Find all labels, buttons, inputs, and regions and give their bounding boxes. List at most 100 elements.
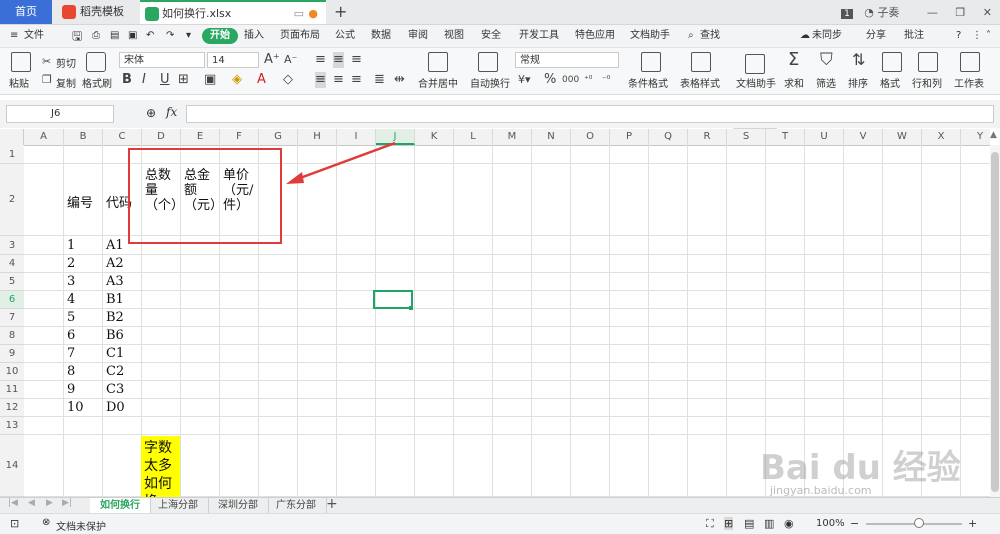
cell-code[interactable]: B1 bbox=[106, 292, 124, 307]
menu-formula[interactable]: 公式 bbox=[335, 28, 355, 44]
undo-icon[interactable]: ↶ bbox=[146, 28, 154, 44]
print-icon[interactable]: ⎙ bbox=[92, 28, 100, 44]
cell-code[interactable]: D0 bbox=[106, 400, 125, 415]
filter-button[interactable]: 筛选 bbox=[816, 75, 836, 90]
menu-review[interactable]: 审阅 bbox=[408, 28, 428, 44]
redo-icon[interactable]: ↷ bbox=[166, 28, 174, 44]
row-header-10[interactable]: 10 bbox=[0, 363, 24, 381]
sum-icon[interactable]: Σ bbox=[788, 51, 799, 69]
first-sheet-icon[interactable]: |◀ bbox=[8, 498, 18, 508]
prev-sheet-icon[interactable]: ◀ bbox=[28, 498, 35, 508]
tab-template[interactable]: 稻壳模板 bbox=[54, 0, 136, 24]
normal-view-icon[interactable]: ⊞ bbox=[724, 517, 734, 530]
font-color-icon[interactable]: A bbox=[257, 72, 266, 88]
cell-number[interactable]: 10 bbox=[67, 400, 84, 415]
number-format-select[interactable]: 常规 bbox=[515, 52, 619, 68]
add-sheet-icon[interactable]: + bbox=[326, 496, 338, 512]
paste-icon[interactable] bbox=[11, 52, 31, 72]
cell-number[interactable]: 7 bbox=[67, 346, 75, 361]
column-header-m[interactable]: M bbox=[493, 129, 532, 145]
cell-code[interactable]: B2 bbox=[106, 310, 124, 325]
column-header-w[interactable]: W bbox=[883, 129, 922, 145]
row-header-7[interactable]: 7 bbox=[0, 309, 24, 327]
tab-file[interactable]: 如何换行.xlsx ▭ ● bbox=[140, 0, 326, 24]
next-sheet-icon[interactable]: ▶ bbox=[46, 498, 53, 508]
format-button[interactable]: 格式 bbox=[880, 75, 900, 90]
column-header-s[interactable]: S bbox=[727, 129, 766, 145]
menu-insert[interactable]: 插入 bbox=[244, 28, 264, 44]
fullscreen-icon[interactable]: ⛶ bbox=[706, 517, 714, 531]
help-icon[interactable]: ? bbox=[956, 28, 961, 44]
copy-icon[interactable]: ❐ bbox=[42, 72, 52, 88]
cell-style-icon[interactable]: ▣ bbox=[204, 72, 216, 88]
format-painter-button[interactable]: 格式刷 bbox=[82, 75, 112, 90]
currency-icon[interactable]: ¥▾ bbox=[518, 72, 531, 88]
cell-number[interactable]: 8 bbox=[67, 364, 75, 379]
sheet-tab[interactable]: 广东分部 bbox=[266, 498, 327, 514]
sort-button[interactable]: 排序 bbox=[848, 75, 868, 90]
cell-d14-highlight[interactable]: 字数太多如何换 bbox=[141, 436, 180, 497]
justify-icon[interactable]: ≣ bbox=[374, 72, 385, 88]
column-header-v[interactable]: V bbox=[844, 129, 883, 145]
column-header-o[interactable]: O bbox=[571, 129, 610, 145]
format-painter-icon[interactable] bbox=[86, 52, 106, 72]
align-center-icon[interactable]: ≡ bbox=[333, 72, 344, 88]
rows-cols-icon[interactable] bbox=[918, 52, 938, 72]
save-icon[interactable]: 🖫 bbox=[72, 28, 82, 44]
column-header-t[interactable]: T bbox=[766, 129, 805, 145]
row-header-11[interactable]: 11 bbox=[0, 381, 24, 399]
worksheet-icon[interactable] bbox=[960, 52, 980, 72]
eye-protect-icon[interactable]: ◉ bbox=[784, 517, 794, 530]
font-name-select[interactable]: 宋体 bbox=[119, 52, 205, 68]
fill-handle[interactable] bbox=[409, 306, 413, 310]
cut-button[interactable]: 剪切 bbox=[56, 55, 76, 70]
scroll-up-icon[interactable]: ▲ bbox=[990, 130, 997, 140]
menu-start[interactable]: 开始 bbox=[202, 28, 238, 44]
column-header-a[interactable]: A bbox=[24, 129, 64, 145]
close-icon[interactable]: ✕ bbox=[983, 6, 992, 19]
row-header-1[interactable]: 1 bbox=[0, 145, 24, 164]
menu-view[interactable]: 视图 bbox=[444, 28, 464, 44]
status-menu-icon[interactable]: ⊡ bbox=[10, 517, 19, 530]
row-header-13[interactable]: 13 bbox=[0, 417, 24, 435]
menu-special[interactable]: 特色应用 bbox=[575, 28, 615, 44]
column-header-y[interactable]: Y bbox=[961, 129, 990, 145]
merge-center-icon[interactable] bbox=[428, 52, 448, 72]
column-header-n[interactable]: N bbox=[532, 129, 571, 145]
cell-number[interactable]: 1 bbox=[67, 238, 75, 253]
align-right-icon[interactable]: ≡ bbox=[351, 72, 362, 88]
cell-code[interactable]: A1 bbox=[106, 238, 124, 253]
row-header-6[interactable]: 6 bbox=[0, 291, 24, 309]
name-box[interactable]: J6 bbox=[6, 105, 114, 123]
column-header-q[interactable]: Q bbox=[649, 129, 688, 145]
notification-badge[interactable]: 1 bbox=[841, 9, 853, 19]
fx-icon[interactable]: fx bbox=[166, 105, 177, 119]
row-header-5[interactable]: 5 bbox=[0, 273, 24, 291]
row-header-3[interactable]: 3 bbox=[0, 236, 24, 255]
cell-code[interactable]: A2 bbox=[106, 256, 124, 271]
vertical-scroll-thumb[interactable] bbox=[991, 152, 999, 492]
username[interactable]: 子奏 bbox=[877, 6, 899, 19]
menu-security[interactable]: 安全 bbox=[481, 28, 501, 44]
collapse-ribbon-icon[interactable]: ˄ bbox=[986, 28, 991, 44]
table-style-button[interactable]: 表格样式 bbox=[680, 75, 720, 90]
menu-data[interactable]: 数据 bbox=[371, 28, 391, 44]
decrease-font-icon[interactable]: A⁻ bbox=[284, 52, 297, 68]
cell-code[interactable]: C1 bbox=[106, 346, 124, 361]
active-cell-j6[interactable] bbox=[373, 290, 413, 309]
hamburger-icon[interactable]: ≡ bbox=[10, 28, 18, 44]
conditional-format-button[interactable]: 条件格式 bbox=[628, 75, 668, 90]
cell-code[interactable]: A3 bbox=[106, 274, 124, 289]
row-header-8[interactable]: 8 bbox=[0, 327, 24, 345]
format-icon[interactable] bbox=[882, 52, 902, 72]
scissors-icon[interactable]: ✂ bbox=[42, 54, 51, 70]
menu-page-layout[interactable]: 页面布局 bbox=[280, 28, 320, 44]
cell-code[interactable]: C3 bbox=[106, 382, 124, 397]
bold-icon[interactable]: B bbox=[122, 72, 132, 88]
decrease-decimal-icon[interactable]: ⁻⁰ bbox=[602, 72, 610, 88]
auto-wrap-icon[interactable] bbox=[478, 52, 498, 72]
align-left-icon[interactable]: ≡ bbox=[315, 72, 326, 88]
zoom-level[interactable]: 100% bbox=[816, 518, 845, 529]
cell-number[interactable]: 6 bbox=[67, 328, 75, 343]
column-header-k[interactable]: K bbox=[415, 129, 454, 145]
